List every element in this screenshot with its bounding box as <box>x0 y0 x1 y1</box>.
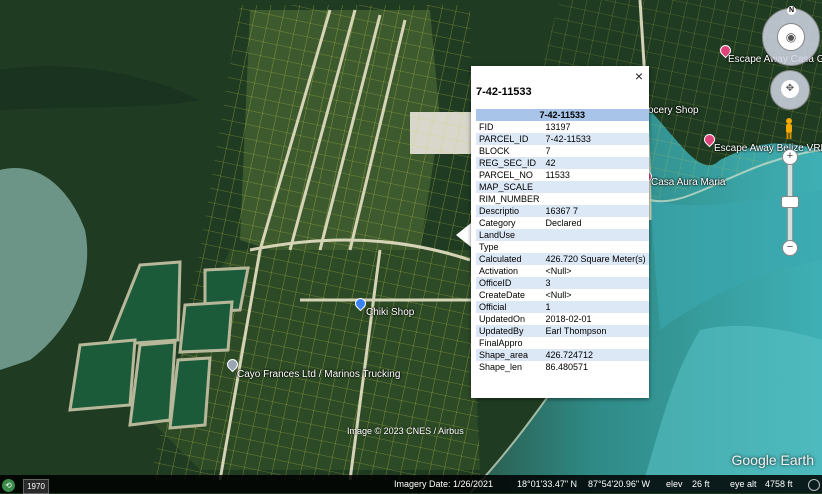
field-value: 426.724712 <box>542 349 649 361</box>
table-row: UpdatedOn 2018-02-01 <box>476 313 649 325</box>
table-row: Calculated 426.720 Square Meter(s) <box>476 253 649 265</box>
year-button[interactable]: 1970 <box>23 479 49 494</box>
table-row: Official 1 <box>476 301 649 313</box>
elevation-label: elev <box>666 479 683 489</box>
field-name: MAP_SCALE <box>476 181 543 193</box>
imagery-date: Imagery Date: 1/26/2021 <box>394 479 494 489</box>
place-label[interactable]: Chiki Shop <box>366 307 414 318</box>
table-row: LandUse <box>476 229 649 241</box>
field-value: 42 <box>542 157 649 169</box>
zoom-slider-thumb[interactable] <box>781 196 799 208</box>
field-value <box>543 337 649 349</box>
field-value <box>543 193 649 205</box>
attribute-table: 7-42-11533 FID 13197 PARCEL_ID 7-42-11533 BL… <box>476 109 649 373</box>
field-name: PARCEL_ID <box>476 133 543 145</box>
field-name: PARCEL_NO <box>479 170 533 180</box>
popup-title: 7-42-11533 <box>476 86 532 98</box>
field-value: 11533 <box>545 170 570 180</box>
table-row: FID 13197 <box>476 121 649 133</box>
field-name: REG_SEC_ID <box>476 157 543 169</box>
table-row: Shape_area 426.724712 <box>476 349 649 361</box>
field-value: Declared <box>545 218 582 228</box>
field-name: LandUse <box>476 229 543 241</box>
field-name: OfficeID <box>476 277 543 289</box>
table-row: MAP_SCALE <box>476 181 649 193</box>
field-value: <Null> <box>545 266 572 276</box>
elevation-value: 26 ft <box>692 479 710 489</box>
field-value <box>542 181 649 193</box>
eye-icon[interactable]: ◉ <box>777 23 805 51</box>
eye-alt-value: 4758 ft <box>765 479 793 489</box>
place-label[interactable]: Casa Aura Maria <box>651 177 725 188</box>
north-indicator[interactable]: N <box>787 6 796 15</box>
table-row: Shape_len 86.480571 <box>476 361 649 373</box>
table-row: REG_SEC_ID 42 <box>476 157 649 169</box>
field-name: Descriptio <box>476 205 543 217</box>
field-name: FinalAppro <box>479 338 523 348</box>
place-label[interactable]: Escape Away Belize VRBO <box>714 143 822 154</box>
field-name: Type <box>479 242 499 252</box>
table-header: 7-42-11533 <box>476 109 649 121</box>
field-value: Earl Thompson <box>542 325 649 337</box>
field-name: UpdatedOn <box>479 314 526 324</box>
table-row: PARCEL_NO 11533 <box>476 169 649 181</box>
hand-icon[interactable]: ✥ <box>781 80 799 98</box>
historical-imagery-icon[interactable]: ⟲ <box>2 479 15 492</box>
close-icon[interactable]: × <box>635 68 643 84</box>
table-row: Type <box>476 241 649 253</box>
field-name: CreateDate <box>479 290 526 300</box>
table-row: PARCEL_ID 7-42-11533 <box>476 133 649 145</box>
field-name: Calculated <box>476 253 543 265</box>
satellite-map[interactable] <box>0 0 822 493</box>
table-row: UpdatedBy Earl Thompson <box>476 325 649 337</box>
field-name: Official <box>476 301 543 313</box>
latitude-readout: 18°01'33.47" N <box>517 479 578 489</box>
field-value: 13197 <box>545 122 571 132</box>
field-value: <Null> <box>545 290 572 300</box>
field-value: 86.480571 <box>545 362 589 372</box>
field-name: Shape_area <box>476 349 543 361</box>
eye-alt-label: eye alt <box>730 479 757 489</box>
field-value: 1 <box>542 301 649 313</box>
field-value: 7 <box>545 146 551 156</box>
field-value: 3 <box>542 277 649 289</box>
table-row: OfficeID 3 <box>476 277 649 289</box>
popup-pointer <box>456 223 471 247</box>
loading-indicator-icon <box>808 479 820 491</box>
google-earth-logo: Google Earth <box>731 452 815 468</box>
field-name: UpdatedBy <box>476 325 543 337</box>
place-label[interactable]: ocery Shop <box>648 105 699 116</box>
table-row: Activation <Null> <box>476 265 649 277</box>
field-name: Activation <box>479 266 519 276</box>
table-row: RIM_NUMBER <box>476 193 649 205</box>
field-value: 16367 7 <box>542 205 649 217</box>
field-name: Shape_len <box>479 362 523 372</box>
feature-popup: × 7-42-11533 7-42-11533 FID 13197 PARCEL_I… <box>471 66 649 398</box>
table-row: Category Declared <box>476 217 649 229</box>
street-view-pegman-icon[interactable] <box>784 118 794 140</box>
field-name: RIM_NUMBER <box>479 194 540 204</box>
field-value: 426.720 Square Meter(s) <box>542 253 649 265</box>
field-value <box>543 241 649 253</box>
table-row: BLOCK 7 <box>476 145 649 157</box>
look-around-control[interactable]: N ◉ <box>762 6 820 66</box>
imagery-credit: Image © 2023 CNES / Airbus <box>347 426 464 436</box>
move-control[interactable]: ✥ <box>770 70 810 110</box>
status-bar: ⟲ 1970 Imagery Date: 1/26/2021 18°01'33.… <box>0 475 822 494</box>
place-label[interactable]: Cayo Frances Ltd / Marinos Trucking <box>237 369 400 380</box>
table-row: FinalAppro <box>476 337 649 349</box>
field-value: 7-42-11533 <box>542 133 649 145</box>
table-row: Descriptio 16367 7 <box>476 205 649 217</box>
table-row: CreateDate <Null> <box>476 289 649 301</box>
longitude-readout: 87°54'20.96" W <box>588 479 651 489</box>
field-name: FID <box>479 122 494 132</box>
zoom-in-button[interactable]: + <box>782 149 798 165</box>
field-name: BLOCK <box>479 146 510 156</box>
field-value <box>542 229 649 241</box>
field-value: 2018-02-01 <box>545 314 592 324</box>
zoom-out-button[interactable]: − <box>782 240 798 256</box>
field-name: Category <box>479 218 516 228</box>
